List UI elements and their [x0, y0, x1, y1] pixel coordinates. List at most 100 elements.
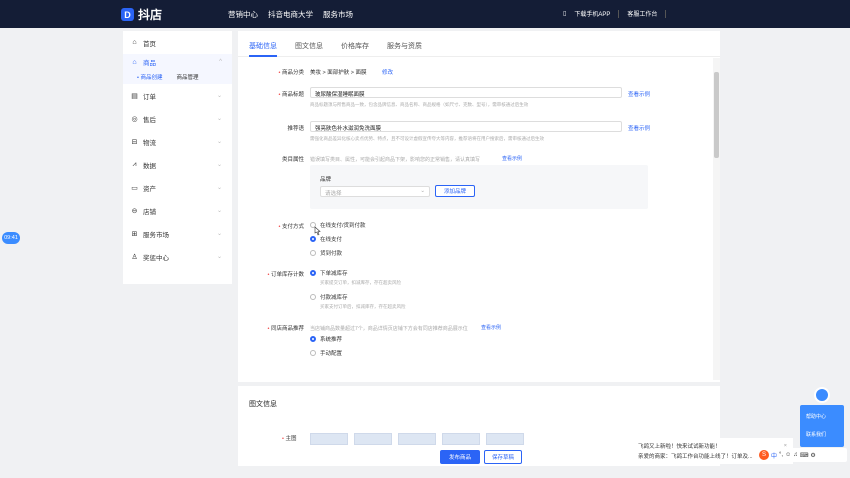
recommend-label: 推荐语 — [287, 126, 304, 132]
attribute-hint: 错误填写类目、属性，可能会引起商品下架，影响您的正常销售，请认真填写 — [310, 157, 481, 163]
radio-checked-icon — [310, 336, 316, 342]
radio-icon — [310, 294, 316, 300]
chevron-down-icon: ⌄ — [216, 93, 222, 99]
stock-hint-payment: 买家支付订单后，扣减库存，存在超卖风险 — [320, 304, 406, 309]
ime-toolbar: S 中 °, ☺ ♫ ⌨ ⚙ — [757, 448, 847, 462]
ime-language[interactable]: 中 — [771, 451, 777, 460]
scrollbar[interactable] — [713, 58, 720, 380]
radio-checked-icon — [310, 270, 316, 276]
title-label: • 商品标题 — [278, 92, 304, 98]
chevron-down-icon: ⌄ — [216, 254, 222, 260]
brand-logo[interactable]: D 抖店 — [121, 6, 162, 23]
top-nav: 营销中心 抖音电商大学 服务市场 — [228, 9, 353, 20]
payment-option-online[interactable]: 在线支付 — [310, 235, 342, 243]
payment-label: • 支付方式 — [278, 224, 304, 230]
ime-emoji-icon[interactable]: ☺ — [785, 452, 791, 458]
truck-icon: ⊟ — [131, 138, 138, 146]
ime-settings-icon[interactable]: ⚙ — [810, 452, 815, 459]
tab-price-stock[interactable]: 价格库存 — [341, 41, 369, 57]
same-store-example-link[interactable]: 查看示例 — [481, 324, 501, 331]
ime-keyboard-icon[interactable]: ⌨ — [800, 452, 809, 459]
submenu-create[interactable]: • 商品创建 — [137, 73, 162, 81]
robot-icon[interactable] — [814, 387, 830, 403]
nav-service-market[interactable]: 服务市场 — [323, 9, 353, 20]
tab-basic-info[interactable]: 基础信息 — [249, 41, 277, 57]
sidebar: ⌂ 首页 ⌂ 商品 ^ • 商品创建 商品管理 ▤ 订单 ⌄ ◎ 售后 ⌄ ⊟ 物流 ⌄ ⩘ 数据 ⌄… — [123, 31, 232, 284]
radio-icon — [310, 350, 316, 356]
nav-marketing[interactable]: 营销中心 — [228, 9, 258, 20]
ime-logo-icon[interactable]: S — [759, 450, 769, 460]
ime-punctuation-icon[interactable]: °, — [779, 452, 783, 458]
section-title: 图文信息 — [249, 401, 277, 408]
sidebar-item-data[interactable]: ⩘ 数据 ⌄ — [123, 153, 232, 176]
sidebar-item-orders[interactable]: ▤ 订单 ⌄ — [123, 84, 232, 107]
title-input[interactable]: 玻尿酸保湿睡眠面膜 — [310, 87, 622, 98]
publish-button[interactable]: 发布商品 — [440, 450, 480, 464]
chevron-down-icon: ⌄ — [216, 162, 222, 168]
save-draft-button[interactable]: 保存草稿 — [484, 450, 522, 464]
wallet-icon: ▭ — [131, 184, 138, 192]
thumbnail-image[interactable] — [310, 433, 348, 445]
attribute-label: 类目属性 — [281, 157, 304, 163]
divider — [618, 9, 620, 18]
title-example-link[interactable]: 查看示例 — [628, 90, 650, 98]
order-icon: ▤ — [131, 92, 138, 100]
chevron-down-icon: ⌄ — [216, 231, 222, 237]
time-badge[interactable]: 09:41 — [2, 232, 20, 244]
sidebar-item-goods[interactable]: ⌂ 商品 ^ — [123, 54, 232, 70]
recommend-hint: 需强化商品差异化核心卖点优势、特点，且不可设计虚假宣传夸大等内容，推荐语将在用户… — [310, 136, 544, 141]
chevron-down-icon: ⌄ — [216, 116, 222, 122]
cursor-hand-icon — [314, 226, 321, 236]
same-store-option-system[interactable]: 系统推荐 — [310, 335, 342, 343]
workbench-link[interactable]: 客服工作台 — [627, 9, 657, 18]
brand-select[interactable]: 请选择 ⌄ — [320, 186, 430, 197]
stock-hint-order: 买家提交订单，扣减库存，存在超卖风险 — [320, 280, 401, 285]
recommend-input[interactable]: 强亮肤色补水滋润免洗面膜 — [310, 121, 622, 132]
award-icon: ♙ — [131, 253, 138, 261]
sidebar-item-logistics[interactable]: ⊟ 物流 ⌄ — [123, 130, 232, 153]
sidebar-item-service-market[interactable]: ⊞ 服务市场 ⌄ — [123, 222, 232, 245]
help-float-panel: 帮助中心 联系我们 — [800, 387, 844, 447]
sidebar-submenu-goods: • 商品创建 商品管理 — [123, 70, 232, 84]
sidebar-item-rewards[interactable]: ♙ 奖惩中心 ⌄ — [123, 245, 232, 268]
stock-option-order[interactable]: 下单减库存 — [310, 269, 348, 277]
nav-university[interactable]: 抖音电商大学 — [268, 9, 313, 20]
stock-option-payment[interactable]: 付款减库存 — [310, 293, 348, 301]
top-right-actions: ▯ 下载手机APP 客服工作台 — [563, 9, 667, 18]
recommend-example-link[interactable]: 查看示例 — [628, 124, 650, 132]
sidebar-item-aftersale[interactable]: ◎ 售后 ⌄ — [123, 107, 232, 130]
sidebar-item-assets[interactable]: ▭ 资产 ⌄ — [123, 176, 232, 199]
contact-us-link[interactable]: 联系我们 — [806, 431, 826, 438]
scrollbar-thumb[interactable] — [714, 72, 719, 158]
aftersale-icon: ◎ — [131, 115, 138, 123]
store-icon: ⊖ — [131, 207, 138, 215]
same-store-option-manual[interactable]: 手动配置 — [310, 349, 342, 357]
tab-service-qualification[interactable]: 服务与资质 — [387, 41, 422, 57]
thumbnail-image[interactable] — [442, 433, 480, 445]
same-store-label: • 同店商品推荐 — [267, 326, 304, 332]
help-center-link[interactable]: 帮助中心 — [806, 413, 826, 420]
divider — [665, 9, 667, 18]
sidebar-item-home[interactable]: ⌂ 首页 — [123, 31, 232, 54]
thumbnail-image[interactable] — [486, 433, 524, 445]
add-brand-button[interactable]: 添加品牌 — [435, 185, 475, 197]
goods-icon: ⌂ — [132, 58, 137, 66]
ime-mic-icon[interactable]: ♫ — [793, 452, 798, 458]
phone-icon: ▯ — [563, 11, 567, 17]
category-edit-link[interactable]: 修改 — [382, 68, 393, 76]
sidebar-item-store[interactable]: ⊖ 店铺 ⌄ — [123, 199, 232, 222]
tab-graphic-info[interactable]: 图文信息 — [295, 41, 323, 57]
thumbnail-image[interactable] — [398, 433, 436, 445]
payment-option-cod[interactable]: 货到付款 — [310, 249, 342, 257]
chevron-down-icon: ⌄ — [420, 188, 425, 194]
brand-name: 抖店 — [138, 8, 163, 22]
thumbnail-image[interactable] — [354, 433, 392, 445]
download-app-link[interactable]: 下载手机APP — [574, 9, 610, 18]
radio-icon — [310, 250, 316, 256]
chevron-down-icon: ⌄ — [216, 208, 222, 214]
main-image-thumbnails — [310, 433, 524, 445]
home-icon: ⌂ — [132, 39, 137, 46]
submenu-manage[interactable]: 商品管理 — [176, 73, 198, 81]
brand-label: 品牌 — [320, 177, 332, 183]
attribute-example-link[interactable]: 查看示例 — [502, 155, 522, 162]
